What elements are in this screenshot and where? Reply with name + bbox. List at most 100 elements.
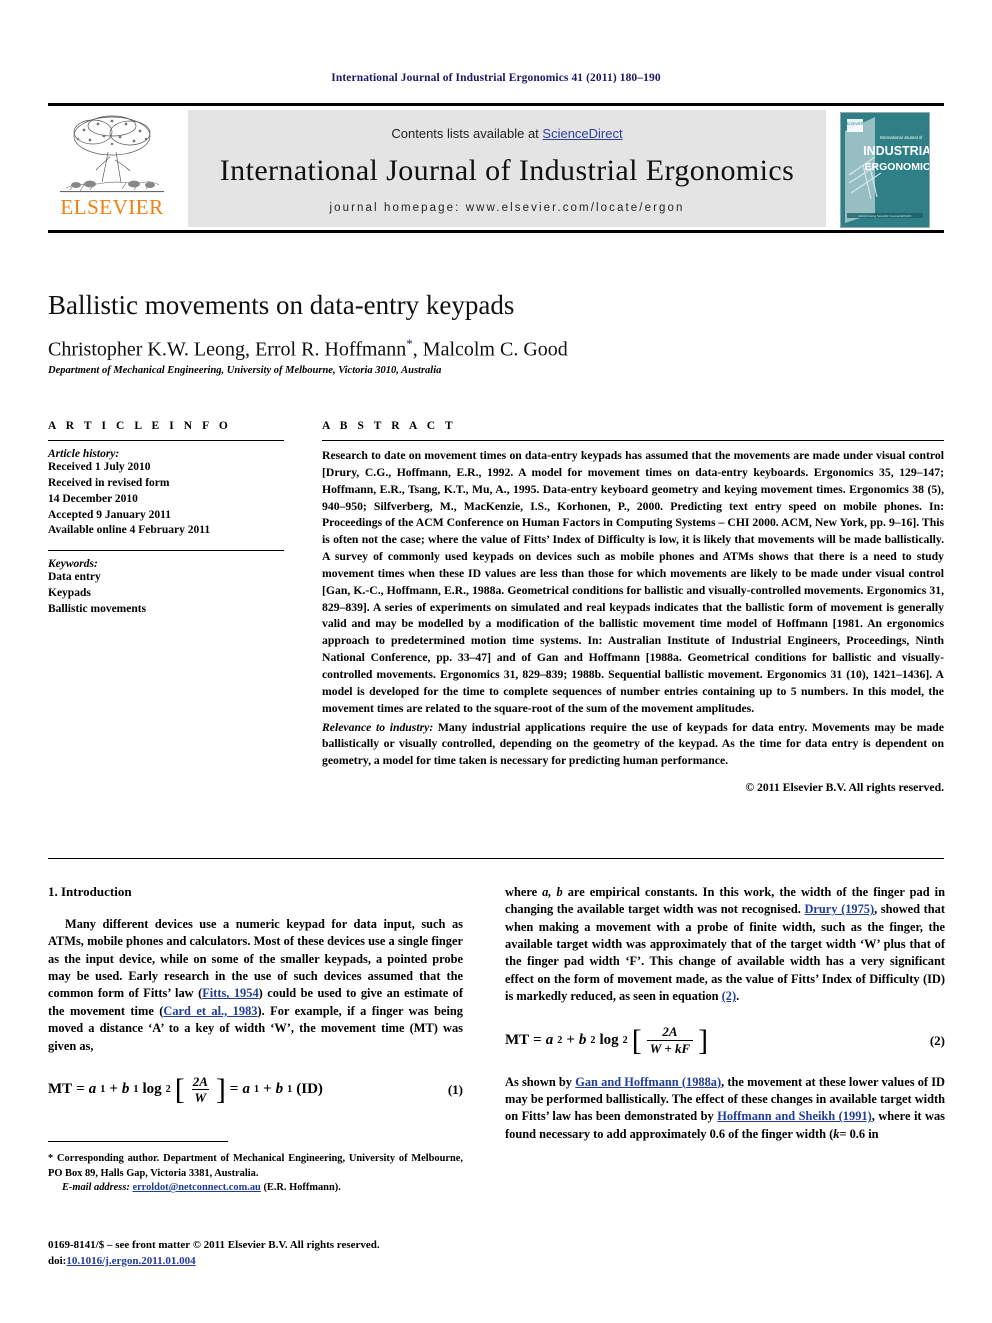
equation-2-fraction: 2A W + kF [646,1024,694,1056]
equation-1-a2-sub: 1 [253,1084,260,1096]
equation-1-log: log [142,1081,162,1098]
equation-1-a2: a [242,1081,250,1098]
history-item: Received 1 July 2010 [48,461,151,473]
journal-band: Contents lists available at ScienceDirec… [188,110,826,227]
affiliation: Department of Mechanical Engineering, Un… [48,365,442,376]
equation-2-number: (2) [929,1032,945,1048]
article-info-column: A R T I C L E I N F O Article history: R… [48,420,284,618]
elsevier-tree-icon [60,115,164,193]
equation-2: MT = a2 + b2 log 2 [ 2A W + kF ] (2) [505,1024,945,1058]
issn-line: 0169-8141/$ – see front matter © 2011 El… [48,1239,380,1251]
footnote-block: * Corresponding author. Department of Me… [48,1152,463,1196]
authors-main: Christopher K.W. Leong, Errol R. Hoffman… [48,338,407,361]
journal-cover-block: ELSEVIER International Journal of INDUST… [826,106,944,233]
footnote-rule [48,1141,228,1142]
history-item: Accepted 9 January 2011 [48,508,171,521]
equation-1-expression: MT = a1 + b1 log 2 [ 2A W ] = a1 + b1 (ID… [48,1072,323,1106]
equation-1-number: (1) [447,1081,463,1097]
equation-2-reference-link[interactable]: (2) [722,989,736,1003]
equation-2-a: a [545,1032,554,1049]
author-list: Christopher K.W. Leong, Errol R. Hoffman… [48,336,868,362]
running-head: International Journal of Industrial Ergo… [331,72,661,84]
right2-text-d: = 0.6 in [839,1126,879,1141]
svg-text:ERGONOMICS: ERGONOMICS [865,161,929,173]
bracket-close-icon: ] [698,1023,709,1057]
doi-link[interactable]: 10.1016/j.ergon.2011.01.004 [66,1255,195,1267]
article-info-heading: A R T I C L E I N F O [48,420,232,432]
bracket-close-icon: ] [215,1072,226,1106]
equation-1-equals-2: = [229,1081,239,1098]
equation-1-plus-2: + [263,1081,272,1098]
equation-2-expression: MT = a2 + b2 log 2 [ 2A W + kF ] [505,1025,708,1055]
equation-1-denominator: W [191,1089,210,1105]
email-link[interactable]: erroldot@netconnect.com.au [132,1182,260,1193]
bracket-open-icon: [ [174,1072,185,1106]
equation-1-a: a [88,1081,97,1098]
equation-1-numerator: 2A [192,1073,208,1089]
abstract-column: A B S T R A C T Research to date on move… [322,420,944,794]
right-text-d: . [736,989,740,1004]
doi-line: doi:10.1016/j.ergon.2011.01.004 [48,1254,463,1270]
citation-hoffmann-sheikh-1991[interactable]: Hoffmann and Sheikh (1991) [717,1109,871,1123]
right-paragraph-2: As shown by Gan and Hoffmann (1988a), th… [505,1074,945,1143]
svg-text:ELSEVIER: ELSEVIER [847,122,864,126]
equation-2-log-base: 2 [622,1035,628,1047]
svg-text:INDUSTRIAL: INDUSTRIAL [863,144,929,158]
copyright-line: © 2011 Elsevier B.V. All rights reserved… [745,781,944,795]
contents-available-line: Contents lists available at ScienceDirec… [391,126,622,141]
journal-homepage-line[interactable]: journal homepage: www.elsevier.com/locat… [329,202,684,214]
equation-1-lhs: MT [48,1081,73,1098]
corresponding-author-note: * Corresponding author. Department of Me… [48,1153,463,1179]
paper-page: International Journal of Industrial Ergo… [0,0,992,1323]
journal-masthead: ELSEVIER Contents lists available at Sci… [48,103,944,233]
equation-1-a-sub: 1 [100,1084,106,1096]
equation-1: MT = a1 + b1 log 2 [ 2A W ] = a1 + b1 (ID… [48,1073,463,1107]
citation-drury-1975[interactable]: Drury (1975) [804,902,874,916]
section-title: Introduction [61,884,132,899]
equation-2-log: log [599,1032,619,1049]
equation-2-denominator: W + kF [646,1040,694,1056]
equation-1-b: b [121,1081,130,1098]
equation-2-b-sub: 2 [590,1035,596,1047]
equation-1-b-sub: 1 [133,1084,139,1096]
equation-1-fraction: 2A W [190,1075,211,1105]
citation-gan-hoffmann-1988a[interactable]: Gan and Hoffmann (1988a) [575,1075,721,1089]
citation-fitts-1954[interactable]: Fitts, 1954 [202,986,258,1000]
body-column-left: 1. Introduction Many different devices u… [48,884,463,1123]
email-note: E-mail address: erroldot@netconnect.com.… [48,1181,463,1196]
sciencedirect-link[interactable]: ScienceDirect [542,126,622,141]
elsevier-wordmark: ELSEVIER [60,195,164,219]
keywords-label: Keywords: [48,558,98,571]
citation-card-1983[interactable]: Card et al., 1983 [163,1004,257,1018]
equation-2-numerator: 2A [662,1024,678,1040]
right2-text-a: As shown by [505,1074,576,1089]
keyword-item: Keypads [48,587,91,600]
history-item: Received in revised form [48,476,170,489]
history-item: Available online 4 February 2011 [48,524,211,537]
equation-2-plus: + [566,1032,575,1049]
email-label: E-mail address: [62,1182,130,1194]
abstract-rule [322,440,944,441]
relevance-label: Relevance to industry: [322,720,434,734]
issn-copyright-block: 0169-8141/$ – see front matter © 2011 El… [48,1238,463,1269]
body-divider [48,858,944,859]
keyword-item: Data entry [48,571,101,584]
equation-2-equals: = [533,1032,542,1049]
article-info-rule [48,440,284,441]
section-heading-introduction: 1. Introduction [48,884,463,900]
body-column-right: where a, b are empirical constants. In t… [505,884,945,1147]
page-title: Ballistic movements on data-entry keypad… [48,290,515,320]
right-paragraph-1: where a, b are empirical constants. In t… [505,884,945,1006]
right-text-a: where [505,885,543,899]
equation-2-a-sub: 2 [557,1035,563,1047]
intro-paragraph: Many different devices use a numeric key… [48,916,463,1055]
contents-prefix: Contents lists available at [391,125,543,141]
doi-label: doi: [48,1254,67,1267]
equation-1-id: (ID) [296,1081,323,1098]
bracket-open-icon: [ [631,1023,642,1057]
abstract-body: Research to date on movement times on da… [322,449,944,715]
svg-text:International Journal of: International Journal of [880,135,923,140]
relevance-to-industry: Relevance to industry: Many industrial a… [322,720,944,771]
authors-tail: , Malcolm C. Good [412,338,568,361]
equation-1-log-base: 2 [165,1084,171,1096]
